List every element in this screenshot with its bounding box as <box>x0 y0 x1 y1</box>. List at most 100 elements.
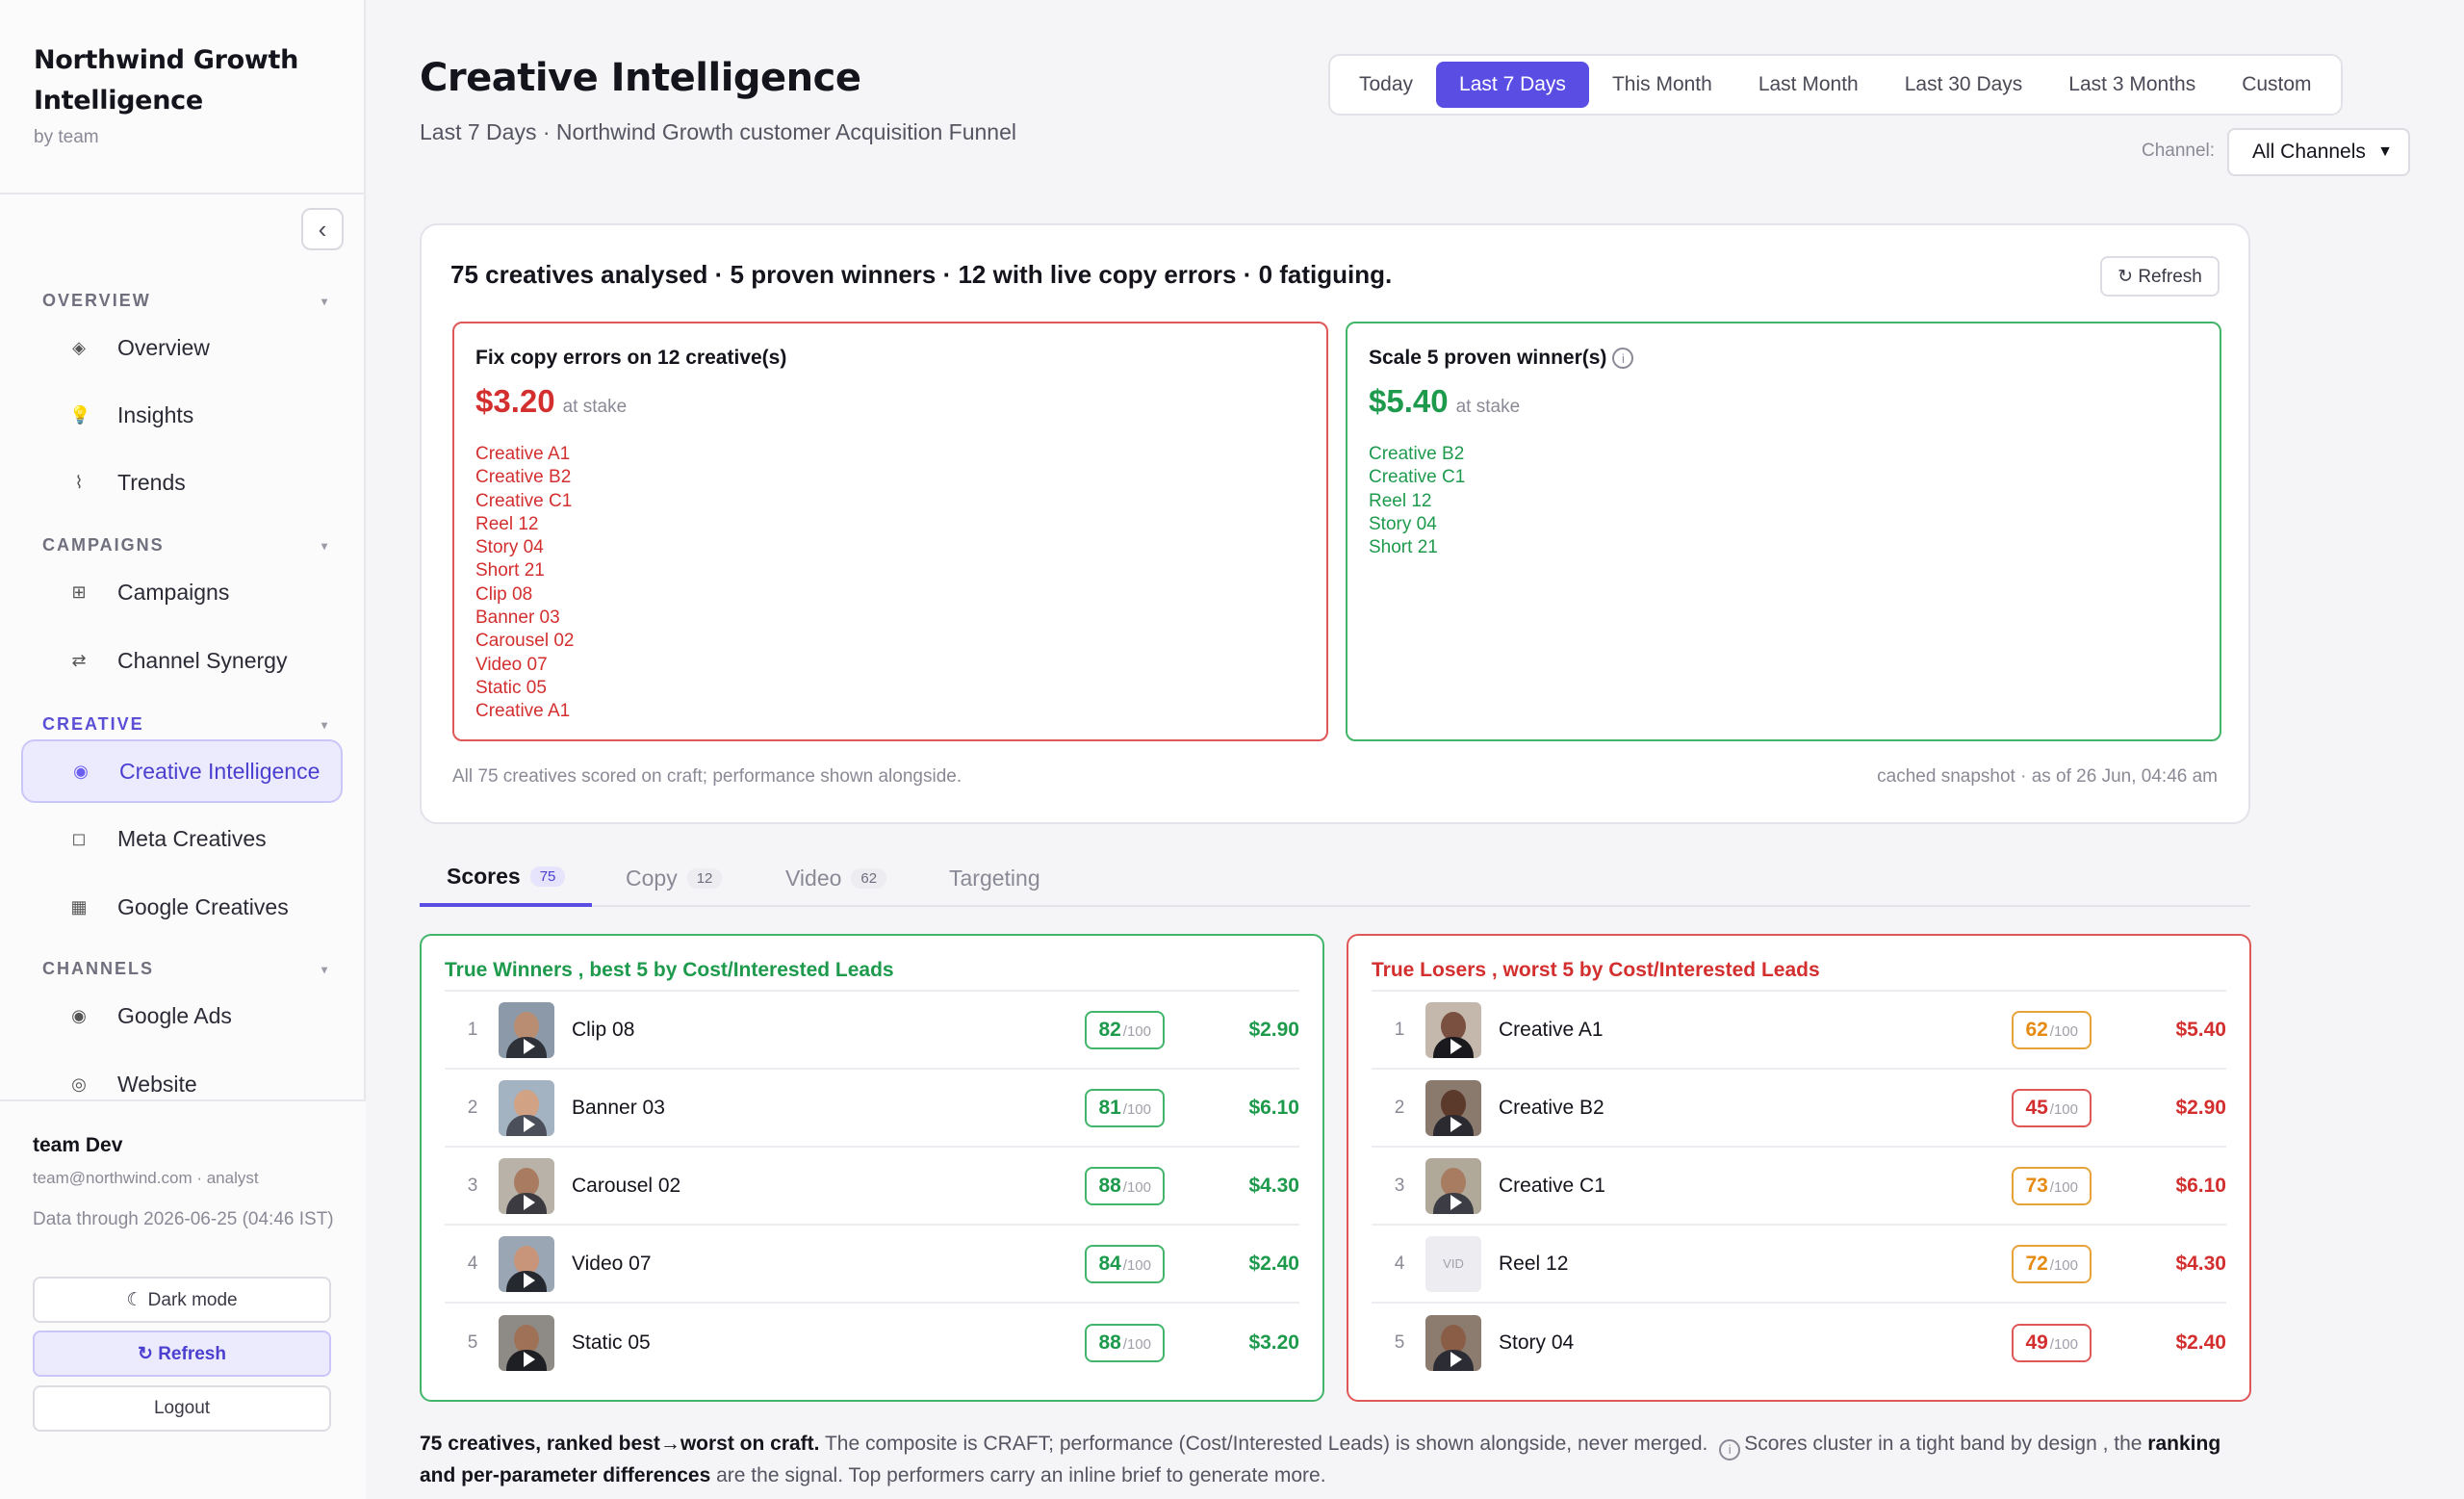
sidebar-item-creative-intelligence[interactable]: ◉ Creative Intelligence <box>21 739 343 803</box>
list-item[interactable]: Banner 03 <box>475 607 574 630</box>
sidebar-item-google-creatives[interactable]: ▦ Google Creatives <box>21 875 343 939</box>
tab-targeting[interactable]: Targeting <box>949 849 1040 907</box>
range-last-month[interactable]: Last Month <box>1735 62 1882 108</box>
list-item[interactable]: Static 05 <box>475 677 574 700</box>
dark-mode-button[interactable]: ☾ Dark mode <box>33 1277 331 1323</box>
play-icon <box>1450 1116 1462 1132</box>
date-range-selector: Today Last 7 Days This Month Last Month … <box>1328 54 2343 116</box>
refresh-button[interactable]: ↻ Refresh <box>33 1331 331 1377</box>
logout-button[interactable]: Logout <box>33 1385 331 1432</box>
craft-score: 88/100 <box>1085 1323 1165 1362</box>
section-channels[interactable]: CHANNELS ▾ <box>42 959 327 979</box>
collapse-sidebar-button[interactable]: ‹ <box>301 208 344 250</box>
section-overview[interactable]: OVERVIEW ▾ <box>42 291 327 311</box>
tab-video[interactable]: Video 62 <box>785 849 887 907</box>
scale-creative-list: Creative B2 Creative C1 Reel 12 Story 04… <box>1369 443 1465 559</box>
video-thumbnail[interactable] <box>499 1314 554 1371</box>
table-row[interactable]: 3 Creative C1 73/100 $6.10 <box>1372 1148 2226 1226</box>
sidebar-item-channel-synergy[interactable]: ⇄ Channel Synergy <box>21 629 343 692</box>
video-placeholder-thumbnail[interactable]: VID <box>1425 1235 1481 1292</box>
creative-name: Video 07 <box>572 1252 652 1275</box>
creative-name: Creative B2 <box>1499 1096 1604 1119</box>
sidebar-item-trends[interactable]: ⌇ Trends <box>21 451 343 514</box>
table-row[interactable]: 2 Banner 03 81/100 $6.10 <box>445 1070 1299 1148</box>
caret-down-icon: ▾ <box>321 294 327 308</box>
channel-select[interactable]: All Channels ▼ <box>2227 128 2410 176</box>
scale-amount: $5.40 at stake <box>1369 383 1520 420</box>
table-row[interactable]: 5 Static 05 88/100 $3.20 <box>445 1304 1299 1382</box>
list-item[interactable]: Creative A1 <box>475 700 574 723</box>
video-thumbnail[interactable] <box>1425 1001 1481 1058</box>
info-icon[interactable]: i <box>1612 348 1634 369</box>
scale-winners-card[interactable]: Scale 5 proven winner(s) i $5.40 at stak… <box>1346 322 2221 741</box>
sidebar-item-insights[interactable]: 💡 Insights <box>21 383 343 447</box>
tab-copy[interactable]: Copy 12 <box>626 849 723 907</box>
list-item[interactable]: Reel 12 <box>475 513 574 536</box>
list-item[interactable]: Creative C1 <box>1369 466 1465 489</box>
list-item[interactable]: Short 21 <box>475 559 574 582</box>
cost-per-lead: $4.30 <box>2175 1252 2226 1275</box>
tab-scores[interactable]: Scores 75 <box>420 849 593 907</box>
list-item[interactable]: Creative A1 <box>475 443 574 466</box>
losers-table: 1 Creative A1 62/100 $5.40 2 Creative B2… <box>1372 990 2226 1382</box>
video-thumbnail[interactable] <box>499 1235 554 1292</box>
list-item[interactable]: Short 21 <box>1369 536 1465 559</box>
tab-count-badge: 75 <box>529 866 566 887</box>
rank: 1 <box>1394 1019 1405 1040</box>
video-thumbnail[interactable] <box>499 1001 554 1058</box>
scale-stake-label: at stake <box>1455 397 1521 417</box>
list-item[interactable]: Creative C1 <box>475 490 574 513</box>
range-today[interactable]: Today <box>1336 62 1436 108</box>
range-last-7-days[interactable]: Last 7 Days <box>1436 62 1589 108</box>
info-icon[interactable]: i <box>1719 1438 1741 1460</box>
list-item[interactable]: Creative B2 <box>1369 443 1465 466</box>
creative-name: Carousel 02 <box>572 1174 681 1197</box>
range-last-3-months[interactable]: Last 3 Months <box>2045 62 2219 108</box>
rank: 3 <box>1394 1175 1405 1196</box>
list-item[interactable]: Clip 08 <box>475 583 574 607</box>
list-item[interactable]: Creative B2 <box>475 466 574 489</box>
table-row[interactable]: 5 Story 04 49/100 $2.40 <box>1372 1304 2226 1382</box>
sidebar-item-label: Meta Creatives <box>117 825 267 851</box>
range-last-30-days[interactable]: Last 30 Days <box>1882 62 2046 108</box>
play-icon <box>524 1351 535 1367</box>
summary-refresh-button[interactable]: ↻ Refresh <box>2100 256 2220 297</box>
list-item[interactable]: Video 07 <box>475 654 574 677</box>
cost-per-lead: $3.20 <box>1248 1331 1299 1354</box>
sidebar: Northwind Growth Intelligence by team ‹ … <box>0 0 366 1499</box>
table-row[interactable]: 4 VID Reel 12 72/100 $4.30 <box>1372 1226 2226 1304</box>
table-row[interactable]: 1 Clip 08 82/100 $2.90 <box>445 992 1299 1070</box>
list-item[interactable]: Story 04 <box>1369 513 1465 536</box>
sidebar-item-meta-creatives[interactable]: ◻ Meta Creatives <box>21 807 343 870</box>
cost-per-lead: $2.90 <box>2175 1096 2226 1119</box>
list-item[interactable]: Story 04 <box>475 536 574 559</box>
range-custom[interactable]: Custom <box>2219 62 2334 108</box>
sidebar-item-website[interactable]: ◎ Website <box>21 1052 343 1098</box>
sidebar-item-overview[interactable]: ◈ Overview <box>21 316 343 379</box>
rank: 5 <box>1394 1331 1405 1353</box>
video-thumbnail[interactable] <box>1425 1314 1481 1371</box>
section-campaigns[interactable]: CAMPAIGNS ▾ <box>42 535 327 556</box>
craft-score: 81/100 <box>1085 1088 1165 1127</box>
creative-name: Creative C1 <box>1499 1174 1605 1197</box>
creative-name: Clip 08 <box>572 1018 635 1041</box>
list-item[interactable]: Reel 12 <box>1369 490 1465 513</box>
table-row[interactable]: 3 Carousel 02 88/100 $4.30 <box>445 1148 1299 1226</box>
table-row[interactable]: 1 Creative A1 62/100 $5.40 <box>1372 992 2226 1070</box>
video-thumbnail[interactable] <box>499 1079 554 1136</box>
list-item[interactable]: Carousel 02 <box>475 630 574 653</box>
chevron-left-icon: ‹ <box>318 214 327 244</box>
sidebar-item-label: Creative Intelligence <box>119 758 321 784</box>
video-thumbnail[interactable] <box>1425 1157 1481 1214</box>
user-panel: team Dev team@northwind.com · analyst Da… <box>0 1099 366 1499</box>
sidebar-item-google-ads[interactable]: ◉ Google Ads <box>21 984 343 1047</box>
sidebar-item-campaigns[interactable]: ⊞ Campaigns <box>21 560 343 624</box>
table-row[interactable]: 4 Video 07 84/100 $2.40 <box>445 1226 1299 1304</box>
table-row[interactable]: 2 Creative B2 45/100 $2.90 <box>1372 1070 2226 1148</box>
video-thumbnail[interactable] <box>499 1157 554 1214</box>
rank: 1 <box>467 1019 478 1040</box>
range-this-month[interactable]: This Month <box>1589 62 1735 108</box>
section-creative[interactable]: CREATIVE ▾ <box>42 714 327 735</box>
fix-copy-errors-card[interactable]: Fix copy errors on 12 creative(s) $3.20 … <box>452 322 1328 741</box>
video-thumbnail[interactable] <box>1425 1079 1481 1136</box>
